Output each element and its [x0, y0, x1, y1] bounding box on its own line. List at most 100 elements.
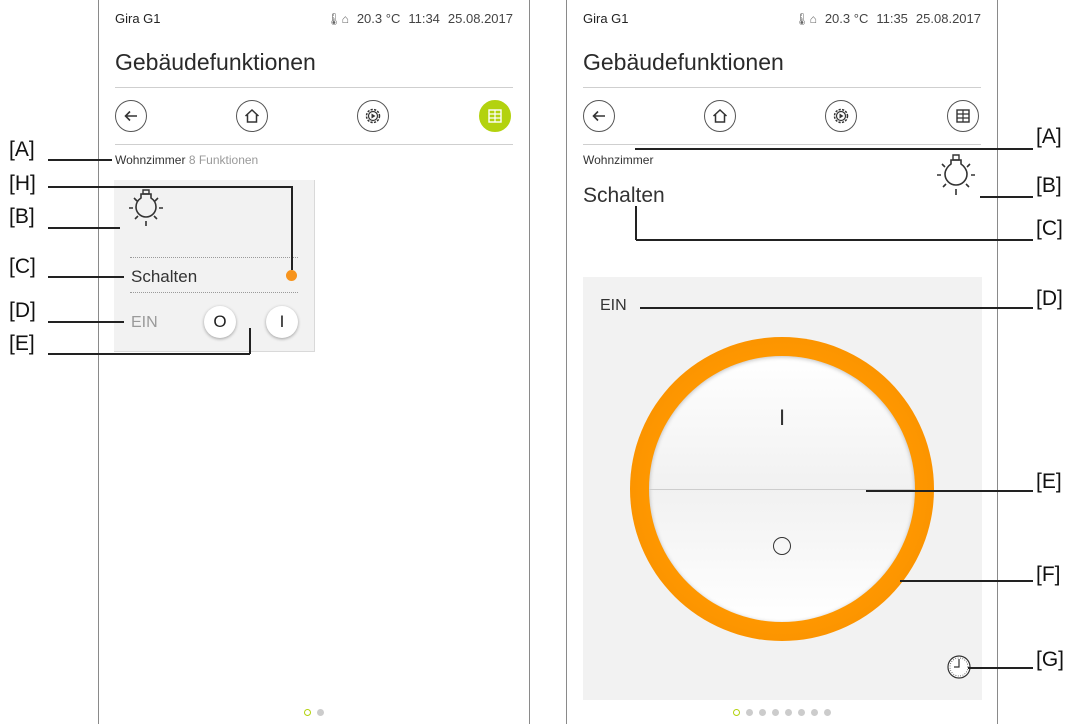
page-dot[interactable]	[785, 709, 792, 716]
leader-line	[48, 276, 124, 278]
callout-e: [E]	[9, 332, 35, 355]
leader-line	[635, 206, 637, 240]
on-button[interactable]: I	[266, 306, 298, 338]
callout-a: [A]	[1036, 125, 1062, 148]
leader-line	[900, 580, 1033, 582]
status-bar: 🌡⌂ 20.3 °C 11:35 25.08.2017	[794, 11, 981, 26]
state-text: EIN	[600, 297, 627, 314]
play-gear-icon	[833, 108, 849, 124]
house-icon	[712, 108, 728, 123]
function-tile[interactable]: Schalten EIN O I	[114, 180, 315, 352]
page-title: Gebäudefunktionen	[583, 49, 784, 75]
house-icon	[244, 108, 260, 123]
page-dot[interactable]	[759, 709, 766, 716]
detail-screen: Gira G1 🌡⌂ 20.3 °C 11:35 25.08.2017 Gebäude…	[566, 0, 998, 724]
status-bar: 🌡⌂ 20.3 °C 11:34 25.08.2017	[326, 11, 513, 26]
back-button[interactable]	[115, 100, 147, 132]
thermometer-house-icon: 🌡⌂	[326, 12, 349, 26]
play-gear-icon	[365, 108, 381, 124]
leader-line	[48, 353, 250, 355]
page-dot[interactable]	[304, 709, 311, 716]
leader-line	[48, 227, 120, 229]
page-dot[interactable]	[746, 709, 753, 716]
on-button[interactable]: I	[649, 356, 915, 489]
grid-icon	[956, 109, 970, 123]
leader-line	[291, 186, 293, 270]
room-name: Wohnzimmer	[583, 153, 654, 167]
rocker-switch[interactable]: I	[649, 356, 915, 622]
off-symbol-icon	[773, 537, 791, 555]
leader-line	[48, 159, 112, 161]
callout-f: [F]	[1036, 563, 1061, 586]
page-dot[interactable]	[317, 709, 324, 716]
home-button[interactable]	[236, 100, 268, 132]
home-button[interactable]	[704, 100, 736, 132]
divider	[115, 87, 513, 88]
back-button[interactable]	[583, 100, 615, 132]
grid-view-button[interactable]	[479, 100, 511, 132]
callout-g: [G]	[1036, 648, 1065, 671]
divider	[130, 292, 298, 293]
function-title: Schalten	[583, 184, 665, 207]
time-readout: 11:35	[876, 11, 908, 26]
thermometer-house-icon: 🌡⌂	[794, 12, 817, 26]
functions-label: Funktionen	[198, 153, 259, 167]
leader-line	[635, 148, 1033, 150]
page-dot[interactable]	[772, 709, 779, 716]
device-brand: Gira G1	[115, 11, 161, 26]
leader-line	[48, 186, 292, 188]
on-symbol: I	[279, 312, 285, 331]
device-brand: Gira G1	[583, 11, 629, 26]
function-count: 8	[188, 153, 196, 167]
time-readout: 11:34	[408, 11, 440, 26]
status-indicator	[286, 270, 297, 281]
leader-line	[866, 490, 1033, 492]
state-text: EIN	[131, 314, 158, 331]
leader-line	[249, 328, 251, 354]
callout-d: [D]	[9, 299, 36, 322]
page-dot[interactable]	[811, 709, 818, 716]
arrow-left-icon	[592, 110, 605, 122]
page-dot[interactable]	[798, 709, 805, 716]
leader-line	[640, 307, 1033, 309]
callout-d: [D]	[1036, 287, 1063, 310]
off-button[interactable]	[649, 489, 915, 622]
room-header: Wohnzimmer 8 Funktionen	[115, 153, 258, 167]
bulb-icon	[937, 154, 975, 195]
callout-b: [B]	[9, 205, 35, 228]
temperature-readout: 20.3 °C	[356, 11, 401, 26]
page-title: Gebäudefunktionen	[115, 49, 316, 75]
page-indicator[interactable]	[733, 709, 831, 716]
function-label: Schalten	[131, 267, 198, 286]
callout-a: [A]	[9, 138, 35, 161]
leader-line	[980, 196, 1033, 198]
scenes-button[interactable]	[825, 100, 857, 132]
grid-icon	[488, 109, 502, 123]
off-symbol: O	[213, 312, 227, 331]
room-name: Wohnzimmer	[115, 153, 186, 167]
temperature-readout: 20.3 °C	[824, 11, 869, 26]
callout-e: [E]	[1036, 470, 1062, 493]
leader-line	[636, 239, 1033, 241]
on-symbol: I	[778, 405, 786, 430]
divider	[130, 257, 298, 258]
overview-screen: Gira G1 🌡⌂ 20.3 °C 11:34 25.08.2017 Gebäude…	[98, 0, 530, 724]
grid-view-button[interactable]	[947, 100, 979, 132]
control-panel: EIN I	[583, 277, 982, 700]
callout-b: [B]	[1036, 174, 1062, 197]
page-indicator[interactable]	[304, 709, 324, 716]
callout-h: [H]	[9, 172, 36, 195]
callout-c: [C]	[9, 255, 36, 278]
date-readout: 25.08.2017	[915, 11, 981, 26]
page-dot[interactable]	[824, 709, 831, 716]
leader-line	[968, 667, 1033, 669]
off-button[interactable]: O	[204, 306, 236, 338]
divider	[115, 144, 513, 145]
leader-line	[48, 321, 124, 323]
date-readout: 25.08.2017	[447, 11, 513, 26]
bulb-icon	[129, 189, 163, 226]
page-dot[interactable]	[733, 709, 740, 716]
scenes-button[interactable]	[357, 100, 389, 132]
divider	[583, 87, 981, 88]
arrow-left-icon	[124, 110, 137, 122]
